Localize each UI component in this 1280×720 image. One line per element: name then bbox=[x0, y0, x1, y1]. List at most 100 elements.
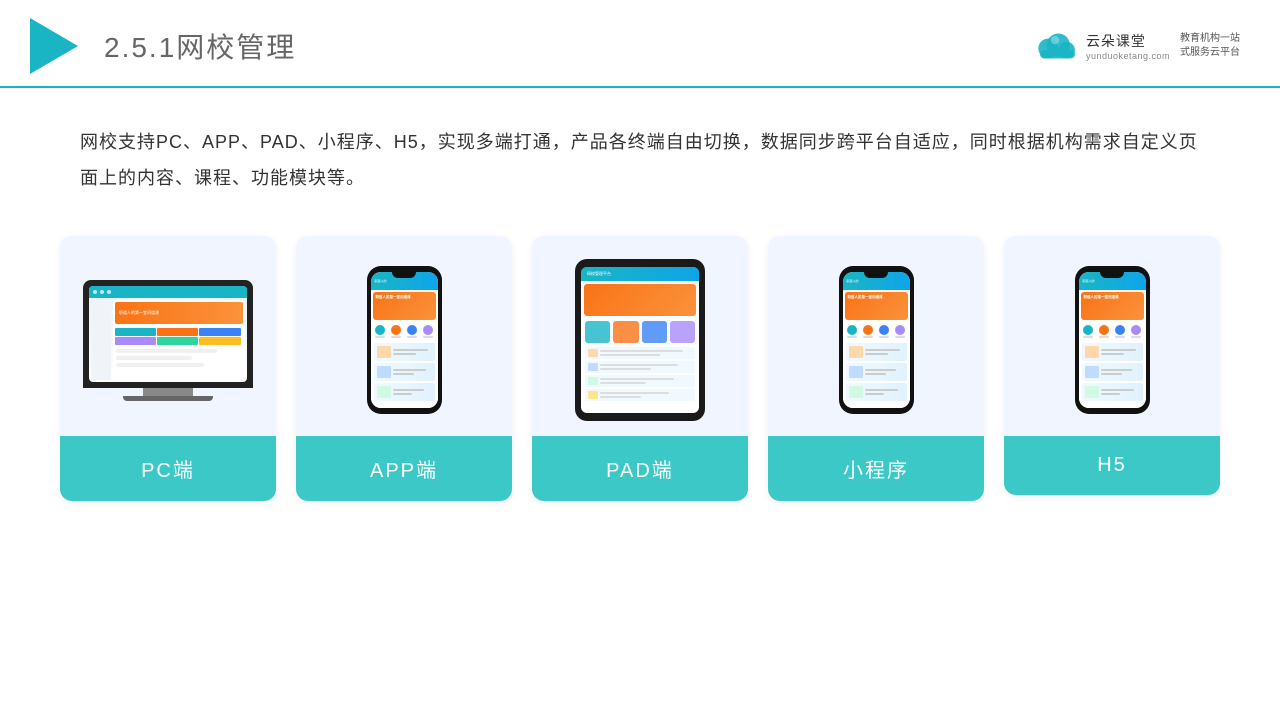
card-pad: 网校管理平台 bbox=[532, 236, 748, 501]
phone-banner-text: 职道人的第一堂问道课 bbox=[373, 292, 436, 303]
icon-text bbox=[863, 336, 873, 338]
description-text: 网校支持PC、APP、PAD、小程序、H5，实现多端打通，产品各终端自由切换，数… bbox=[0, 88, 1280, 216]
pad-line bbox=[600, 354, 660, 356]
h5-card-1 bbox=[1082, 343, 1143, 361]
brand-name: 云朵课堂 bbox=[1086, 31, 1146, 51]
icon-text bbox=[391, 336, 401, 338]
icon-circle bbox=[879, 325, 889, 335]
card-line bbox=[865, 369, 896, 371]
card-line bbox=[1101, 349, 1136, 351]
phone-mockup-mini: 职道人的 职道人的第一堂问道课 bbox=[839, 266, 914, 414]
card-thumb bbox=[849, 386, 863, 398]
pad-thumb bbox=[588, 349, 598, 357]
card-pad-label: PAD端 bbox=[532, 436, 748, 501]
phone-screen-mini: 职道人的 职道人的第一堂问道课 bbox=[843, 272, 910, 408]
icon-circle bbox=[375, 325, 385, 335]
card-lines bbox=[393, 389, 432, 395]
card-line bbox=[393, 349, 428, 351]
grid-item bbox=[157, 328, 198, 336]
icon-circle bbox=[847, 325, 857, 335]
icon-circle bbox=[407, 325, 417, 335]
pad-screen: 网校管理平台 bbox=[581, 267, 699, 413]
brand-text: 云朵课堂 yunduoketang.com bbox=[1086, 31, 1170, 61]
pad-line bbox=[600, 392, 669, 394]
icon-circle bbox=[1099, 325, 1109, 335]
monitor-content: 职道人的第一堂问道课 bbox=[89, 298, 247, 382]
phone-screen-inner-h5: 职道人的 职道人的第一堂问道课 bbox=[1079, 272, 1146, 408]
card-line bbox=[865, 353, 888, 355]
header: 2.5.1网校管理 云朵课堂 yunduoketang.com 教育机构一站 式… bbox=[0, 0, 1280, 88]
icon-text bbox=[423, 336, 433, 338]
card-lines bbox=[865, 389, 904, 395]
icon-circle bbox=[863, 325, 873, 335]
phone-icon-2 bbox=[391, 325, 401, 338]
pad-list-4 bbox=[585, 389, 695, 401]
phone-notch-h5 bbox=[1100, 272, 1124, 278]
card-pc-image: 职道人的第一堂问道课 bbox=[60, 236, 276, 436]
pad-list bbox=[581, 345, 699, 403]
nav-dot bbox=[107, 290, 111, 294]
monitor-nav bbox=[89, 286, 247, 298]
h5-icon-3 bbox=[1115, 325, 1125, 338]
mini-icon-2 bbox=[863, 325, 873, 338]
h5-icon-1 bbox=[1083, 325, 1093, 338]
card-line bbox=[393, 393, 413, 395]
monitor-list bbox=[113, 347, 245, 369]
card-line bbox=[393, 369, 426, 371]
phone-screen-inner: 职道人的 职道人的第一堂问道课 bbox=[371, 272, 438, 408]
mini-icon-1 bbox=[847, 325, 857, 338]
phone-banner-text-mini: 职道人的第一堂问道课 bbox=[845, 292, 908, 303]
pad-cat-1 bbox=[585, 321, 610, 343]
card-thumb bbox=[377, 346, 391, 358]
phone-body: 职道人的 职道人的第一堂问道课 bbox=[367, 266, 442, 414]
phone-icons-mini bbox=[843, 322, 910, 341]
phone-mockup-app: 职道人的 职道人的第一堂问道课 bbox=[367, 266, 442, 414]
header-left: 2.5.1网校管理 bbox=[30, 18, 296, 74]
phone-icons bbox=[371, 322, 438, 341]
cards-container: 职道人的第一堂问道课 bbox=[0, 216, 1280, 531]
monitor-banner: 职道人的第一堂问道课 bbox=[115, 302, 243, 324]
pad-thumb bbox=[588, 363, 598, 371]
card-mini-label: 小程序 bbox=[768, 436, 984, 501]
card-line bbox=[1101, 373, 1122, 375]
icon-circle bbox=[391, 325, 401, 335]
pad-nav-text: 网校管理平台 bbox=[587, 271, 611, 277]
icon-text bbox=[1099, 336, 1109, 338]
phone-icon-1 bbox=[375, 325, 385, 338]
description-paragraph: 网校支持PC、APP、PAD、小程序、H5，实现多端打通，产品各终端自由切换，数… bbox=[80, 124, 1200, 196]
pad-cat-4 bbox=[670, 321, 695, 343]
card-miniprogram: 职道人的 职道人的第一堂问道课 bbox=[768, 236, 984, 501]
pad-screen-inner: 网校管理平台 bbox=[581, 267, 699, 413]
mini-card-2 bbox=[846, 363, 907, 381]
monitor-sidebar bbox=[91, 300, 111, 380]
pad-banner bbox=[584, 284, 696, 316]
card-app: 职道人的 职道人的第一堂问道课 bbox=[296, 236, 512, 501]
mini-card-1 bbox=[846, 343, 907, 361]
monitor-stand bbox=[143, 388, 193, 396]
grid-item bbox=[199, 337, 240, 345]
pad-categories bbox=[581, 319, 699, 345]
phone-header-text-h5: 职道人的 bbox=[1083, 279, 1095, 283]
pad-mockup: 网校管理平台 bbox=[575, 259, 705, 421]
pad-line bbox=[600, 364, 678, 366]
pad-line bbox=[600, 350, 683, 352]
icon-circle bbox=[1115, 325, 1125, 335]
mini-icon-4 bbox=[895, 325, 905, 338]
phone-cards-h5 bbox=[1079, 341, 1146, 403]
card-thumb bbox=[1085, 366, 1099, 378]
phone-cards-mini bbox=[843, 341, 910, 403]
brand-area: 云朵课堂 yunduoketang.com 教育机构一站 式服务云平台 bbox=[1030, 28, 1240, 64]
monitor-screen: 职道人的第一堂问道课 bbox=[89, 286, 247, 382]
page-title: 2.5.1网校管理 bbox=[104, 26, 296, 66]
phone-screen-inner-mini: 职道人的 职道人的第一堂问道课 bbox=[843, 272, 910, 408]
phone-card-2 bbox=[374, 363, 435, 381]
icon-text bbox=[1131, 336, 1141, 338]
card-mini-image: 职道人的 职道人的第一堂问道课 bbox=[768, 236, 984, 436]
title-prefix: 2.5.1 bbox=[104, 32, 176, 63]
card-line bbox=[1101, 353, 1124, 355]
phone-header-text-mini: 职道人的 bbox=[847, 279, 859, 283]
pad-list-1 bbox=[585, 347, 695, 359]
card-line bbox=[1101, 393, 1121, 395]
tagline-line2: 式服务云平台 bbox=[1180, 46, 1240, 60]
phone-icon-4 bbox=[423, 325, 433, 338]
